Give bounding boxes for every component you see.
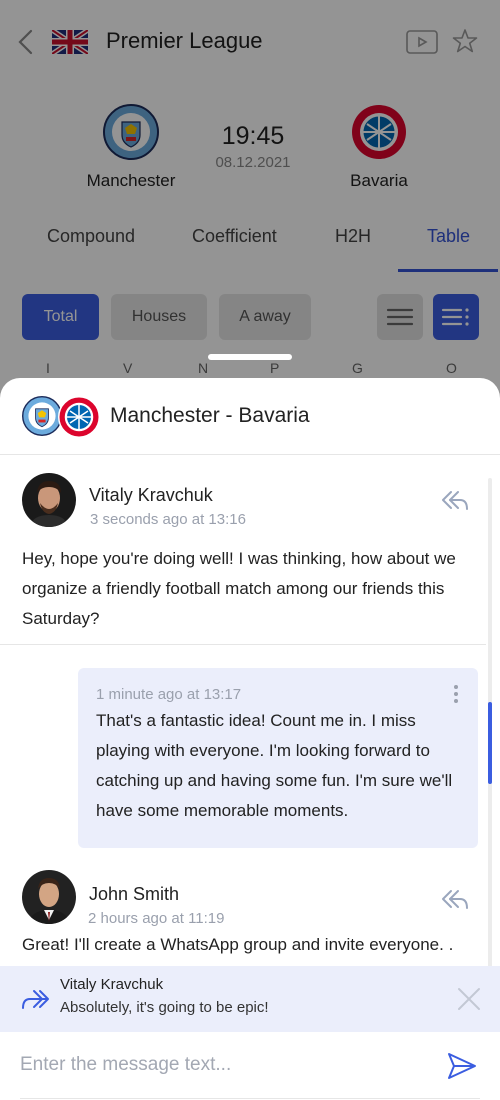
avatar (22, 870, 76, 924)
chat-title: Manchester - Bavaria (110, 404, 310, 427)
chat-message: John Smith 2 hours ago at 11:19 Great! I… (0, 848, 486, 966)
forward-reply-icon (22, 990, 49, 1009)
reply-icon[interactable] (440, 489, 470, 513)
message-timestamp: 3 seconds ago at 13:16 (90, 511, 246, 528)
scrollbar-thumb[interactable] (488, 702, 492, 784)
message-input[interactable] (20, 1050, 420, 1080)
message-text: Great! I'll create a WhatsApp group and … (22, 935, 454, 954)
chat-message: Vitaly Kravchuk 3 seconds ago at 13:16 H… (0, 455, 486, 645)
composer-underline (20, 1098, 480, 1099)
chat-scrollbar[interactable] (488, 478, 492, 968)
message-timestamp: 2 hours ago at 11:19 (88, 910, 225, 927)
more-vertical-icon[interactable] (452, 684, 460, 704)
message-divider (0, 644, 486, 645)
sheet-drag-handle[interactable] (208, 354, 292, 360)
reply-preview-author: Vitaly Kravchuk (60, 976, 164, 993)
message-author: John Smith (89, 884, 180, 904)
message-timestamp: 1 minute ago at 13:17 (96, 686, 242, 703)
avatar-photo-icon (22, 870, 76, 924)
message-text: That's a fantastic idea! Count me in. I … (96, 711, 453, 820)
own-message-bubble: 1 minute ago at 13:17 That's a fantastic… (78, 668, 478, 848)
reply-preview: Vitaly Kravchuk Absolutely, it's going t… (0, 966, 500, 1032)
reply-preview-text: Absolutely, it's going to be epic! (60, 999, 269, 1016)
avatar-photo-icon (22, 473, 76, 527)
bavaria-crest-icon (58, 396, 100, 438)
chat-sheet: Manchester - Bavaria Vitaly Kravchuk 3 s… (0, 378, 500, 1100)
manchester-crest-icon (22, 396, 62, 436)
message-composer (0, 1032, 500, 1100)
avatar (22, 473, 76, 527)
message-text: Hey, hope you're doing well! I was think… (22, 549, 456, 628)
chat-header: Manchester - Bavaria (0, 378, 500, 455)
reply-icon[interactable] (440, 888, 470, 912)
close-icon[interactable] (456, 986, 482, 1012)
message-author: Vitaly Kravchuk (89, 485, 213, 505)
send-icon[interactable] (446, 1051, 478, 1081)
